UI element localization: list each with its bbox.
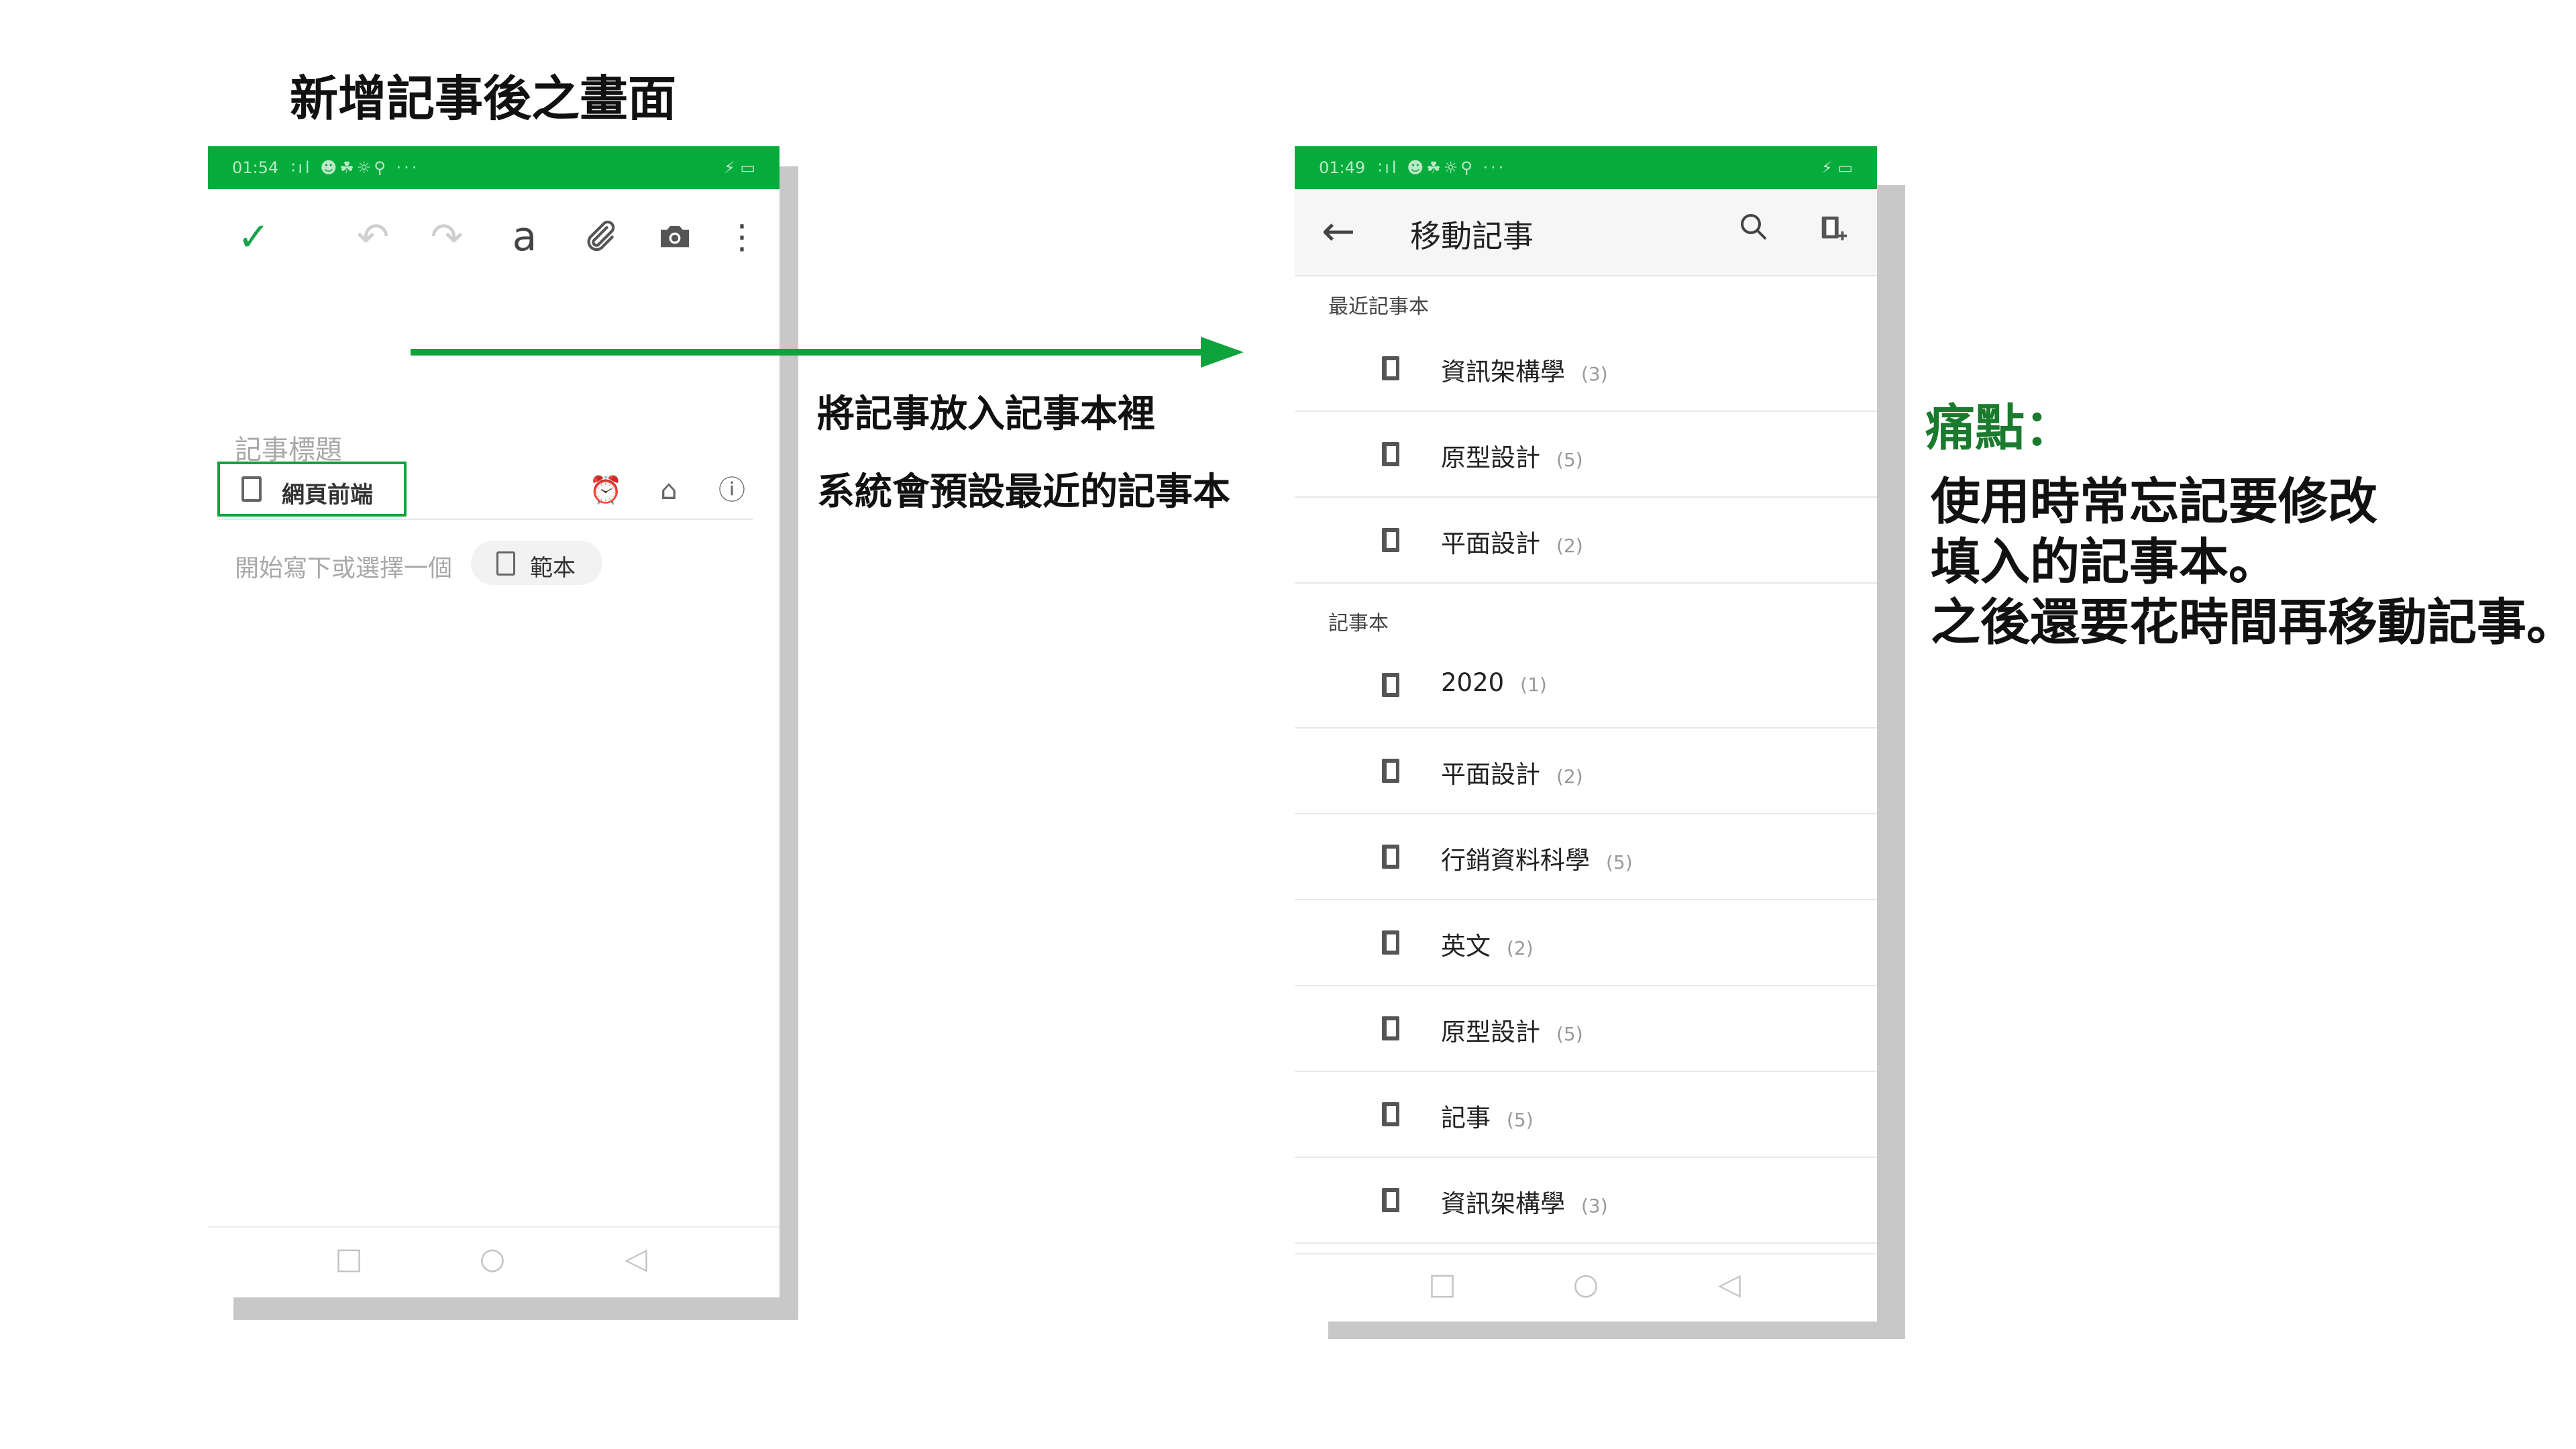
notebook-name: 平面設計 [1441, 760, 1540, 789]
notebook-icon [1382, 1188, 1399, 1212]
notebook-count: (2) [1507, 937, 1534, 959]
status-battery: ⚡ ▭ [1821, 158, 1853, 177]
status-indicators: ∶ıl ☻☘☼⚲ ··· [1378, 158, 1507, 177]
notebook-name: 原型設計 [1441, 443, 1540, 472]
check-icon[interactable]: ✓ [227, 213, 280, 260]
nav-home-icon[interactable]: ○ [472, 1242, 513, 1276]
notebook-count: (2) [1556, 765, 1583, 788]
template-button-label: 範本 [530, 555, 576, 582]
nav-back-icon[interactable]: ◁ [1709, 1268, 1750, 1301]
search-icon[interactable] [1737, 211, 1770, 243]
notebook-count: (5) [1606, 851, 1633, 873]
notebook-icon [1382, 356, 1399, 380]
notebook-count: (3) [1581, 1195, 1608, 1217]
notebook-icon [1382, 1016, 1399, 1040]
notebook-icon [1382, 759, 1399, 783]
arrow-head [1201, 337, 1244, 368]
notebook-chip[interactable]: 網頁前端 [217, 462, 407, 517]
notebook-icon [1382, 528, 1399, 552]
list-item[interactable]: 平面設計 (2) [1295, 498, 1877, 584]
status-time: 01:54 [232, 158, 279, 177]
phone1-screen: 01:54 ∶ıl ☻☘☼⚲ ··· ⚡ ▭ ✓ ↶ ↷ a ⋮ 記事標題 網頁… [208, 146, 780, 1297]
page-title: 移動記事 [1410, 218, 1534, 254]
notebook-icon [1382, 845, 1399, 869]
back-arrow-icon[interactable]: ← [1322, 208, 1355, 255]
notebook-name: 原型設計 [1441, 1018, 1540, 1046]
nav-recent-icon[interactable]: □ [1422, 1268, 1462, 1301]
notebooks-header: 記事本 [1328, 612, 1389, 635]
redo-icon[interactable]: ↷ [420, 213, 474, 260]
notebook-count: (1) [1520, 674, 1547, 696]
notebook-count: (5) [1556, 449, 1583, 471]
notebook-chip-label: 網頁前端 [282, 482, 373, 508]
list-item[interactable]: 原型設計 (5) [1295, 986, 1877, 1072]
list-item[interactable]: 行銷資料科學 (5) [1295, 814, 1877, 900]
caption-line1: 將記事放入記事本裡 [817, 392, 1155, 436]
tag-icon[interactable]: ⌂ [652, 474, 686, 507]
list-item[interactable]: 資訊架構學 (3) [1295, 326, 1877, 412]
nav-back-icon[interactable]: ◁ [616, 1242, 656, 1276]
status-battery: ⚡ ▭ [723, 158, 755, 177]
list-item[interactable]: 平面設計 (2) [1295, 729, 1877, 814]
notebook-count: (3) [1581, 363, 1608, 385]
notebook-name: 平面設計 [1441, 529, 1540, 558]
list-item[interactable]: 資訊架構學 (3) [1295, 1158, 1877, 1244]
app-bar: ← 移動記事 [1295, 189, 1877, 276]
status-time: 01:49 [1319, 158, 1366, 177]
new-notebook-icon[interactable] [1818, 213, 1849, 244]
template-button[interactable]: 範本 [471, 541, 602, 585]
notebook-icon [1382, 673, 1399, 697]
pain-point-line: 之後還要花時間再移動記事。 [1931, 594, 2576, 651]
recent-notebooks-header: 最近記事本 [1328, 295, 1429, 319]
nav-recent-icon[interactable]: □ [329, 1242, 369, 1276]
divider [217, 519, 753, 520]
phone2-screen: 01:49 ∶ıl ☻☘☼⚲ ··· ⚡ ▭ ← 移動記事 最近記事本 資訊架構… [1295, 146, 1877, 1322]
notebook-name: 資訊架構學 [1441, 1189, 1565, 1218]
notebook-icon [241, 476, 262, 502]
notebook-name: 記事 [1441, 1104, 1491, 1132]
notebook-icon [1382, 1102, 1399, 1126]
text-format-icon[interactable]: a [498, 213, 551, 260]
notebook-count: (5) [1507, 1109, 1534, 1131]
notebook-icon [1382, 442, 1399, 466]
list-item[interactable]: 記事 (5) [1295, 1072, 1877, 1158]
camera-icon[interactable] [648, 213, 702, 265]
attachment-icon[interactable] [573, 213, 627, 265]
info-icon[interactable]: ⓘ [715, 474, 749, 507]
status-indicators: ∶ıl ☻☘☼⚲ ··· [291, 158, 420, 177]
caption-line2: 系統會預設最近的記事本 [817, 470, 1230, 514]
reminder-icon[interactable]: ⏰ [589, 474, 623, 507]
list-item[interactable]: 原型設計 (5) [1295, 412, 1877, 498]
notebook-name: 英文 [1441, 932, 1491, 961]
template-icon [496, 551, 515, 576]
notebook-name: 資訊架構學 [1441, 358, 1565, 386]
status-bar: 01:49 ∶ıl ☻☘☼⚲ ··· ⚡ ▭ [1295, 146, 1877, 189]
notebook-count: (2) [1556, 535, 1583, 557]
undo-icon[interactable]: ↶ [346, 213, 400, 260]
pain-point-title: 痛點： [1925, 399, 2074, 457]
notebook-icon [1382, 930, 1399, 955]
list-item[interactable]: 英文 (2) [1295, 900, 1877, 986]
notebook-name: 2020 [1441, 668, 1505, 697]
more-icon[interactable]: ⋮ [715, 213, 769, 260]
nav-home-icon[interactable]: ○ [1566, 1268, 1606, 1301]
navbar-divider [1295, 1253, 1877, 1254]
note-body-input[interactable]: 開始寫下或選擇一個 [235, 549, 452, 584]
list-item[interactable]: 2020 (1) [1295, 643, 1877, 729]
notebook-count: (5) [1556, 1023, 1583, 1045]
navbar-divider [208, 1226, 780, 1228]
status-bar: 01:54 ∶ıl ☻☘☼⚲ ··· ⚡ ▭ [208, 146, 780, 189]
notebook-name: 行銷資料科學 [1441, 846, 1590, 875]
slide-title: 新增記事後之畫面 [290, 70, 677, 127]
arrow-line [411, 349, 1202, 356]
